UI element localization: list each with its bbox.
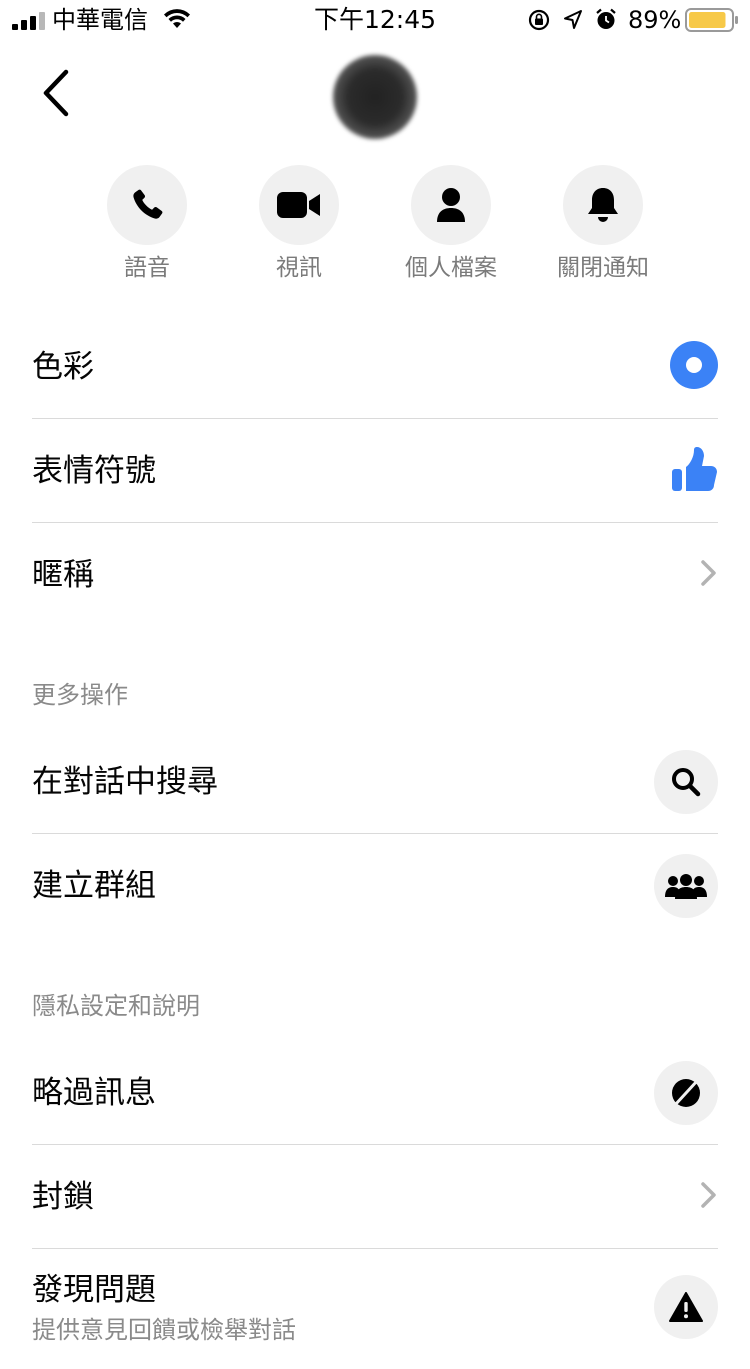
voice-call-icon-circle — [107, 165, 187, 245]
video-call-button[interactable]: 視訊 — [223, 165, 375, 283]
ignore-messages-row[interactable]: 略過訊息 — [32, 1041, 718, 1145]
color-row[interactable]: 色彩 — [32, 315, 718, 419]
ignore-messages-label: 略過訊息 — [32, 1075, 156, 1111]
warning-icon-button — [654, 1275, 718, 1339]
warning-icon-circle — [654, 1275, 718, 1339]
ignore-icon-circle — [654, 1061, 718, 1125]
emoji-value — [672, 445, 718, 497]
group-icon — [665, 874, 707, 899]
report-problem-subtitle: 提供意見回饋或檢舉對話 — [32, 1316, 296, 1344]
create-group-label: 建立群組 — [32, 868, 156, 904]
video-call-icon-circle — [259, 165, 339, 245]
search-in-conversation-label: 在對話中搜尋 — [32, 764, 218, 800]
search-in-conversation-row[interactable]: 在對話中搜尋 — [32, 730, 718, 834]
chevron-left-icon — [43, 69, 69, 117]
emoji-label: 表情符號 — [32, 453, 156, 489]
group-icon-circle — [654, 854, 718, 918]
battery-icon — [685, 8, 738, 32]
bell-icon — [588, 188, 618, 222]
search-icon — [672, 768, 701, 797]
thumbs-up-icon — [672, 447, 717, 491]
privacy-help-header: 隱私設定和說明 — [32, 992, 200, 1020]
phone-icon — [133, 189, 163, 219]
back-button[interactable] — [36, 66, 80, 120]
profile-button[interactable]: 個人檔案 — [375, 165, 527, 283]
nickname-row[interactable]: 暱稱 — [32, 523, 718, 627]
mute-notifications-label: 關閉通知 — [557, 255, 649, 281]
profile-label: 個人檔案 — [405, 255, 497, 281]
alarm-clock-icon — [596, 8, 616, 29]
mute-notifications-icon-circle — [563, 165, 643, 245]
block-label: 封鎖 — [32, 1179, 94, 1215]
create-group-row[interactable]: 建立群組 — [32, 834, 718, 938]
avatar[interactable] — [333, 55, 417, 139]
video-call-label: 視訊 — [276, 255, 322, 281]
block-chevron — [700, 1181, 718, 1213]
ignore-icon-button — [654, 1061, 718, 1125]
more-actions-header: 更多操作 — [32, 681, 128, 709]
profile-icon-circle — [411, 165, 491, 245]
nickname-label: 暱稱 — [32, 557, 94, 593]
voice-call-label: 語音 — [124, 255, 170, 281]
search-icon-circle — [654, 750, 718, 814]
color-dot-icon — [670, 341, 718, 389]
color-swatch — [670, 341, 718, 393]
voice-call-button[interactable]: 語音 — [71, 165, 223, 283]
status-bar: 中華電信 下午12:45 89% — [0, 0, 750, 40]
video-camera-icon — [277, 192, 320, 218]
chevron-right-icon — [701, 560, 716, 586]
orientation-lock-icon — [528, 9, 550, 31]
mute-notifications-button[interactable]: 關閉通知 — [527, 165, 679, 283]
report-problem-label: 發現問題 — [32, 1272, 156, 1308]
search-icon-button — [654, 750, 718, 814]
color-label: 色彩 — [32, 349, 94, 385]
group-icon-button — [654, 854, 718, 918]
report-problem-row[interactable]: 發現問題 提供意見回饋或檢舉對話 — [32, 1249, 718, 1369]
location-arrow-icon — [564, 10, 582, 29]
block-row[interactable]: 封鎖 — [32, 1145, 718, 1249]
nickname-chevron — [700, 559, 718, 591]
battery-percentage: 89% — [628, 6, 682, 34]
chevron-right-icon — [701, 1182, 716, 1208]
person-icon — [437, 188, 465, 222]
ignore-messages-icon — [672, 1079, 700, 1107]
emoji-row[interactable]: 表情符號 — [32, 419, 718, 523]
warning-icon — [669, 1292, 703, 1322]
